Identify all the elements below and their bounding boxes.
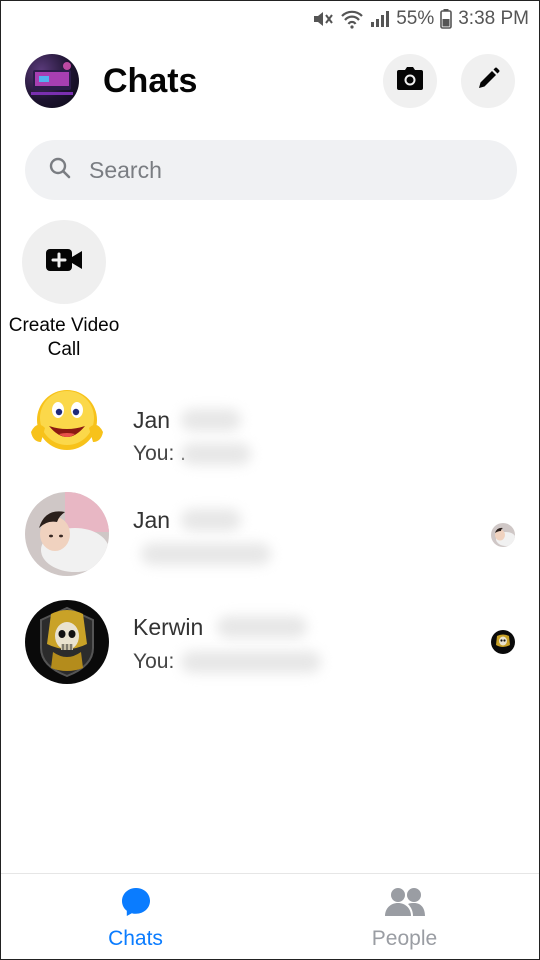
clock: 3:38 PM	[458, 8, 529, 29]
redacted-preview	[181, 651, 321, 673]
create-video-call-label: Create Video Call	[8, 315, 120, 360]
header: Chats	[25, 53, 515, 109]
chat-name: Jan	[133, 407, 171, 433]
bottom-nav: Chats People	[1, 873, 539, 959]
search-input[interactable]	[89, 156, 469, 184]
camera-icon	[396, 66, 424, 96]
chat-avatar-emoji	[25, 382, 109, 466]
battery-percent: 55%	[396, 8, 435, 29]
chat-name: Kerwin	[133, 614, 204, 640]
search-icon	[49, 157, 71, 184]
chat-avatar-photo	[25, 492, 109, 576]
profile-avatar[interactable]	[25, 54, 79, 108]
video-plus-icon	[45, 247, 83, 278]
chat-preview: You: .	[133, 442, 186, 465]
signal-icon	[370, 10, 390, 28]
redacted-preview	[141, 543, 271, 565]
battery-icon	[440, 9, 453, 29]
page-title: Chats	[103, 61, 198, 100]
chat-bubble-icon	[120, 886, 152, 923]
camera-button[interactable]	[383, 54, 437, 108]
people-icon	[384, 886, 426, 923]
chat-row-kerwin[interactable]: Kerwin You:	[1, 599, 539, 689]
redacted-name	[181, 409, 241, 431]
seen-avatar	[491, 523, 515, 547]
redacted-name	[217, 616, 307, 638]
create-video-call-button[interactable]: Create Video Call	[1, 220, 127, 362]
chat-row-jan-2[interactable]: Jan	[1, 491, 539, 581]
edit-pencil-icon	[476, 67, 500, 96]
wifi-icon	[340, 9, 364, 29]
tab-chats-label: Chats	[108, 927, 163, 950]
video-call-circle[interactable]	[22, 220, 106, 304]
search-bar[interactable]	[25, 140, 517, 200]
chat-name: Jan	[133, 507, 171, 533]
seen-avatar	[491, 630, 515, 654]
chat-preview: You:	[133, 650, 175, 673]
chat-avatar-skull	[25, 600, 109, 684]
redacted-preview	[181, 443, 251, 465]
tab-chats[interactable]: Chats	[1, 874, 270, 959]
status-bar: 55% 3:38 PM	[1, 1, 539, 37]
tab-people[interactable]: People	[270, 874, 539, 959]
new-message-button[interactable]	[461, 54, 515, 108]
chat-row-jan-1[interactable]: Jan You: .	[1, 381, 539, 471]
mute-icon	[312, 9, 334, 29]
redacted-name	[181, 509, 241, 531]
tab-people-label: People	[371, 927, 438, 950]
